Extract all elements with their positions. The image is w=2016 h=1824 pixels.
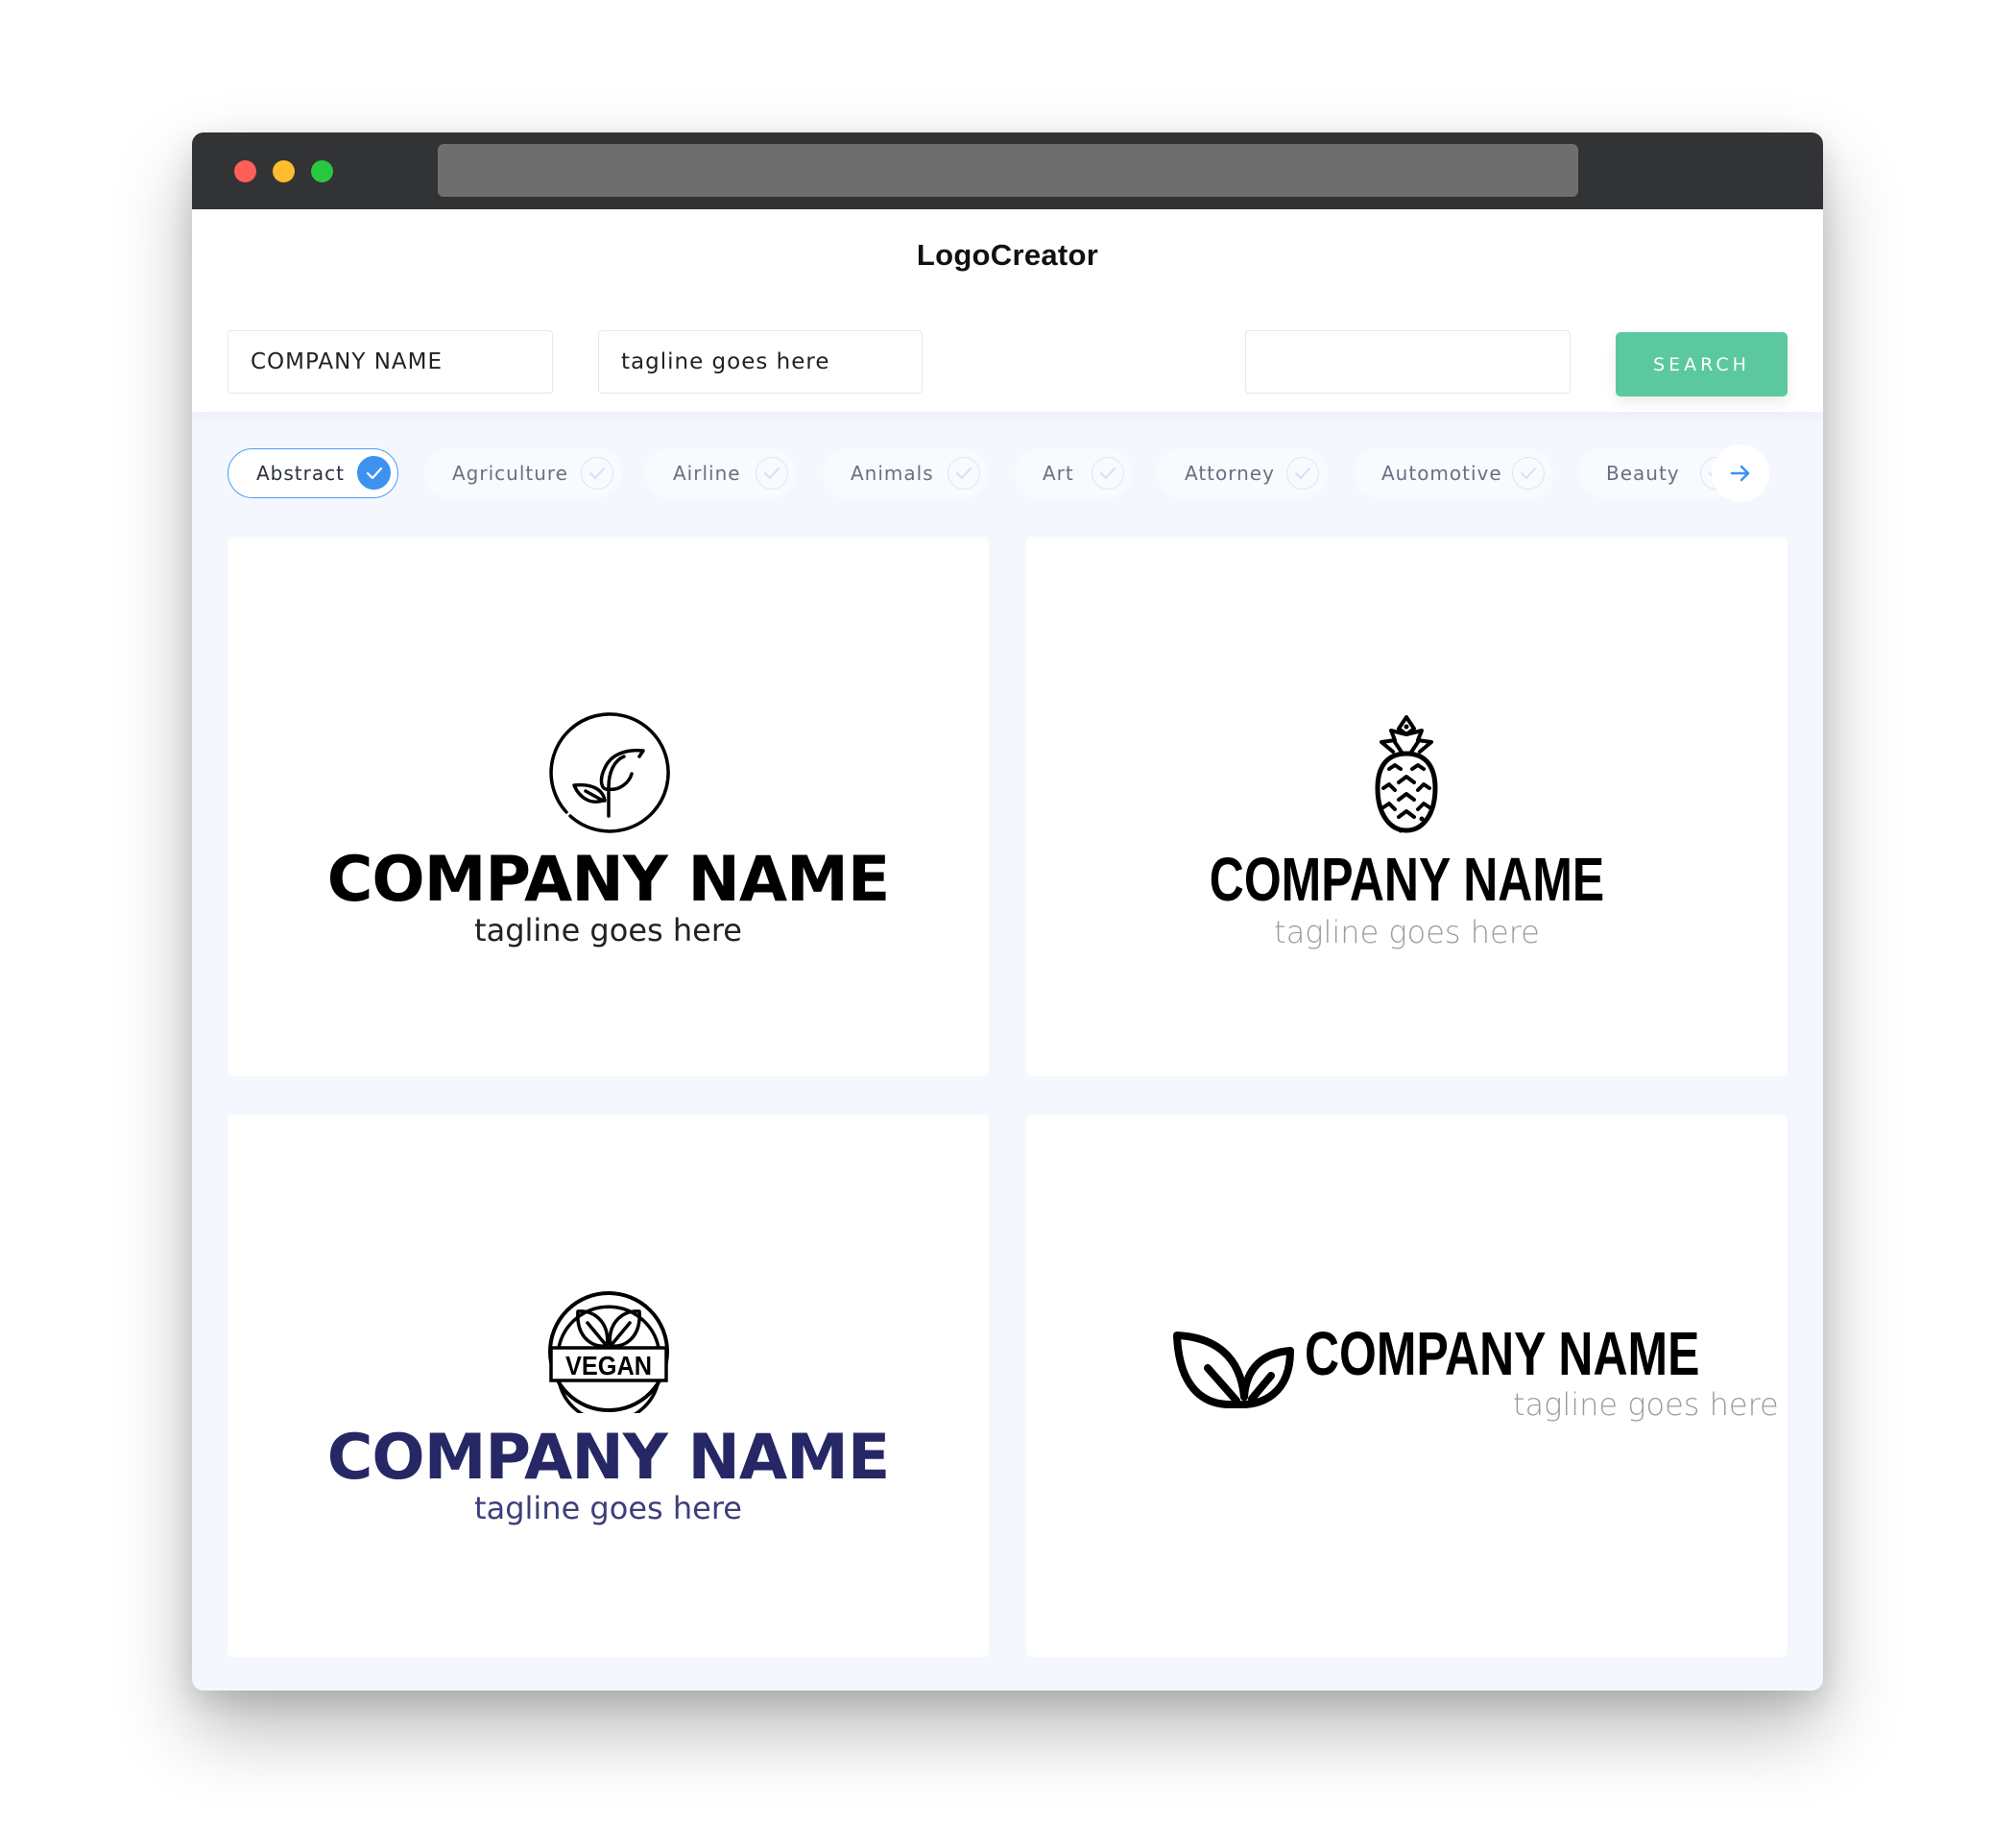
company-name-text: COMPANY NAME xyxy=(326,1422,891,1494)
category-label: Beauty xyxy=(1606,462,1680,485)
next-categories-button[interactable] xyxy=(1712,444,1769,502)
title-bar xyxy=(192,132,1823,209)
check-icon xyxy=(1286,457,1319,490)
search-row: COMPANY NAME tagline goes here SEARCH xyxy=(192,309,1823,412)
tagline-input[interactable]: tagline goes here xyxy=(598,330,923,394)
maximize-window-button[interactable] xyxy=(311,160,333,182)
logo-card[interactable]: COMPANY NAME tagline goes here xyxy=(228,537,989,1076)
tagline-text: tagline goes here xyxy=(474,1490,742,1526)
category-label: Animals xyxy=(851,462,934,485)
tagline-text: tagline goes here xyxy=(1513,1386,1779,1423)
check-icon xyxy=(1092,457,1124,490)
browser-window: LogoCreator COMPANY NAME tagline goes he… xyxy=(192,132,1823,1691)
company-name-text: COMPANY NAME xyxy=(1209,845,1605,914)
tagline-text: tagline goes here xyxy=(474,912,742,948)
minimize-window-button[interactable] xyxy=(273,160,295,182)
close-window-button[interactable] xyxy=(234,160,256,182)
category-chip-automotive[interactable]: Automotive xyxy=(1354,448,1553,498)
logo-card[interactable]: COMPANY NAME tagline goes here xyxy=(1026,537,1788,1076)
company-name-text: COMPANY NAME xyxy=(326,844,891,916)
category-label: Automotive xyxy=(1381,462,1502,485)
category-chip-abstract[interactable]: Abstract xyxy=(228,448,398,498)
search-button[interactable]: SEARCH xyxy=(1616,332,1788,396)
category-filter-bar: Abstract Agriculture Airline Animals Art… xyxy=(192,440,1823,516)
check-icon xyxy=(756,457,788,490)
vegan-badge-icon: VEGAN xyxy=(548,1291,669,1413)
tagline-text: tagline goes here xyxy=(1274,914,1540,950)
check-icon xyxy=(948,457,980,490)
address-bar[interactable] xyxy=(438,144,1578,197)
logo-card[interactable]: COMPANY NAME tagline goes here xyxy=(1026,1115,1788,1657)
arrow-right-icon xyxy=(1730,465,1750,482)
check-icon xyxy=(357,456,391,490)
category-label: Attorney xyxy=(1185,462,1275,485)
category-chip-airline[interactable]: Airline xyxy=(645,448,797,498)
vegan-badge-text: VEGAN xyxy=(565,1351,652,1380)
check-icon xyxy=(581,457,613,490)
category-chip-animals[interactable]: Animals xyxy=(823,448,989,498)
category-label: Airline xyxy=(673,462,741,485)
category-chip-art[interactable]: Art xyxy=(1015,448,1133,498)
keyword-input[interactable] xyxy=(1245,330,1571,394)
category-label: Agriculture xyxy=(452,462,568,485)
leaves-icon xyxy=(1173,1332,1294,1408)
category-label: Abstract xyxy=(256,462,345,485)
app-header: LogoCreator xyxy=(192,209,1823,309)
category-chip-agriculture[interactable]: Agriculture xyxy=(424,448,622,498)
category-label: Art xyxy=(1043,462,1074,485)
sprout-circle-icon xyxy=(549,712,670,833)
app-title: LogoCreator xyxy=(916,238,1099,272)
pineapple-icon xyxy=(1375,715,1438,833)
category-chip-attorney[interactable]: Attorney xyxy=(1157,448,1328,498)
logo-card[interactable]: VEGAN COMPANY NAME tagline goes here xyxy=(228,1115,989,1657)
check-icon xyxy=(1512,457,1545,490)
company-name-text: COMPANY NAME xyxy=(1305,1319,1700,1388)
company-name-input[interactable]: COMPANY NAME xyxy=(228,330,553,394)
